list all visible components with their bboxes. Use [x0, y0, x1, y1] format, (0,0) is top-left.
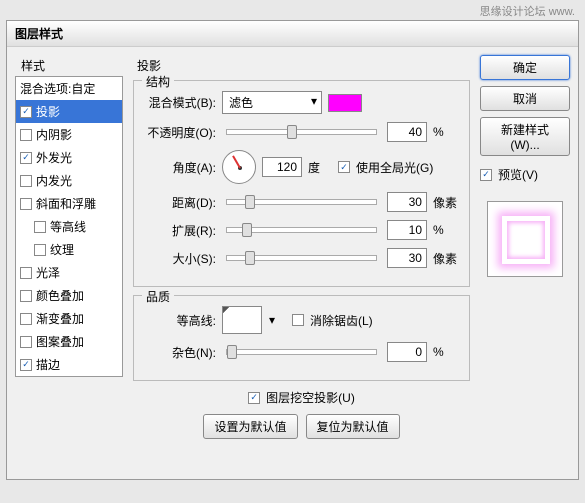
quality-fieldset: 品质 等高线: 消除锯齿(L) 杂色(N): 0 %: [133, 295, 470, 381]
style-list: 混合选项:自定 投影 内阴影 外发光 内发光 斜面和浮雕 等高线 纹理 光泽 颜…: [15, 76, 123, 377]
px-unit: 像素: [433, 194, 457, 211]
size-input[interactable]: 30: [387, 248, 427, 268]
noise-label: 杂色(N):: [146, 344, 216, 361]
style-item-stroke[interactable]: 描边: [16, 353, 122, 376]
global-light-checkbox[interactable]: [338, 161, 350, 173]
style-item-color-overlay[interactable]: 颜色叠加: [16, 284, 122, 307]
reset-default-button[interactable]: 复位为默认值: [306, 414, 400, 439]
percent-unit: %: [433, 345, 457, 359]
antialias-label: 消除锯齿(L): [310, 312, 373, 329]
set-default-button[interactable]: 设置为默认值: [203, 414, 297, 439]
preview-thumbnail: [487, 201, 563, 277]
style-label: 内阴影: [36, 126, 72, 143]
noise-slider[interactable]: [226, 349, 377, 355]
distance-slider[interactable]: [226, 199, 377, 205]
checkbox-icon[interactable]: [34, 221, 46, 233]
antialias-checkbox[interactable]: [292, 314, 304, 326]
distance-label: 距离(D):: [146, 194, 216, 211]
styles-header: 样式: [15, 55, 123, 76]
size-label: 大小(S):: [146, 250, 216, 267]
checkbox-icon[interactable]: [20, 336, 32, 348]
px-unit: 像素: [433, 250, 457, 267]
style-item-inner-shadow[interactable]: 内阴影: [16, 123, 122, 146]
checkbox-icon[interactable]: [20, 152, 32, 164]
spread-input[interactable]: 10: [387, 220, 427, 240]
style-list-panel: 样式 混合选项:自定 投影 内阴影 外发光 内发光 斜面和浮雕 等高线 纹理 光…: [15, 55, 123, 439]
percent-unit: %: [433, 125, 457, 139]
quality-legend: 品质: [142, 288, 174, 305]
checkbox-icon[interactable]: [20, 129, 32, 141]
style-label: 渐变叠加: [36, 310, 84, 327]
new-style-button[interactable]: 新建样式(W)...: [480, 117, 570, 156]
style-item-satin[interactable]: 光泽: [16, 261, 122, 284]
checkbox-icon[interactable]: [20, 106, 32, 118]
checkbox-icon[interactable]: [20, 290, 32, 302]
opacity-slider[interactable]: [226, 129, 377, 135]
style-item-outer-glow[interactable]: 外发光: [16, 146, 122, 169]
panel-title: 投影: [133, 55, 470, 80]
structure-fieldset: 结构 混合模式(B): 滤色 不透明度(O): 40 % 角度(A): 120 …: [133, 80, 470, 287]
opacity-input[interactable]: 40: [387, 122, 427, 142]
settings-panel: 投影 结构 混合模式(B): 滤色 不透明度(O): 40 % 角度(A):: [123, 55, 480, 439]
style-label: 投影: [36, 103, 60, 120]
style-label: 斜面和浮雕: [36, 195, 96, 212]
checkbox-icon[interactable]: [20, 198, 32, 210]
knockout-checkbox[interactable]: [248, 392, 260, 404]
action-panel: 确定 取消 新建样式(W)... 预览(V): [480, 55, 570, 439]
spread-slider[interactable]: [226, 227, 377, 233]
checkbox-icon[interactable]: [20, 359, 32, 371]
percent-unit: %: [433, 223, 457, 237]
dialog-title: 图层样式: [7, 21, 578, 47]
structure-legend: 结构: [142, 73, 174, 90]
angle-input[interactable]: 120: [262, 157, 302, 177]
style-item-contour[interactable]: 等高线: [16, 215, 122, 238]
style-label: 外发光: [36, 149, 72, 166]
style-label: 颜色叠加: [36, 287, 84, 304]
global-light-label: 使用全局光(G): [356, 159, 433, 176]
watermark-text: 思缘设计论坛 www.: [480, 3, 575, 19]
noise-input[interactable]: 0: [387, 342, 427, 362]
angle-unit: 度: [308, 159, 332, 176]
style-label: 光泽: [36, 264, 60, 281]
style-label: 纹理: [50, 241, 74, 258]
checkbox-icon[interactable]: [20, 267, 32, 279]
blend-mode-dropdown[interactable]: 滤色: [222, 91, 322, 114]
angle-label: 角度(A):: [146, 159, 216, 176]
checkbox-icon[interactable]: [20, 313, 32, 325]
color-swatch[interactable]: [328, 94, 362, 112]
style-label: 描边: [36, 356, 60, 373]
blend-options-item[interactable]: 混合选项:自定: [16, 77, 122, 100]
knockout-label: 图层挖空投影(U): [266, 389, 355, 406]
preview-checkbox[interactable]: [480, 169, 492, 181]
distance-input[interactable]: 30: [387, 192, 427, 212]
contour-label: 等高线:: [146, 312, 216, 329]
style-item-pattern-overlay[interactable]: 图案叠加: [16, 330, 122, 353]
angle-dial[interactable]: [222, 150, 256, 184]
layer-style-dialog: 图层样式 样式 混合选项:自定 投影 内阴影 外发光 内发光 斜面和浮雕 等高线…: [6, 20, 579, 480]
style-item-gradient-overlay[interactable]: 渐变叠加: [16, 307, 122, 330]
style-label: 内发光: [36, 172, 72, 189]
contour-picker[interactable]: [222, 306, 262, 334]
style-item-drop-shadow[interactable]: 投影: [16, 100, 122, 123]
size-slider[interactable]: [226, 255, 377, 261]
checkbox-icon[interactable]: [34, 244, 46, 256]
spread-label: 扩展(R):: [146, 222, 216, 239]
ok-button[interactable]: 确定: [480, 55, 570, 80]
cancel-button[interactable]: 取消: [480, 86, 570, 111]
style-label: 图案叠加: [36, 333, 84, 350]
style-label: 等高线: [50, 218, 86, 235]
style-item-texture[interactable]: 纹理: [16, 238, 122, 261]
blend-mode-label: 混合模式(B):: [146, 94, 216, 111]
opacity-label: 不透明度(O):: [146, 124, 216, 141]
style-item-inner-glow[interactable]: 内发光: [16, 169, 122, 192]
preview-label: 预览(V): [498, 166, 538, 183]
style-item-bevel[interactable]: 斜面和浮雕: [16, 192, 122, 215]
checkbox-icon[interactable]: [20, 175, 32, 187]
